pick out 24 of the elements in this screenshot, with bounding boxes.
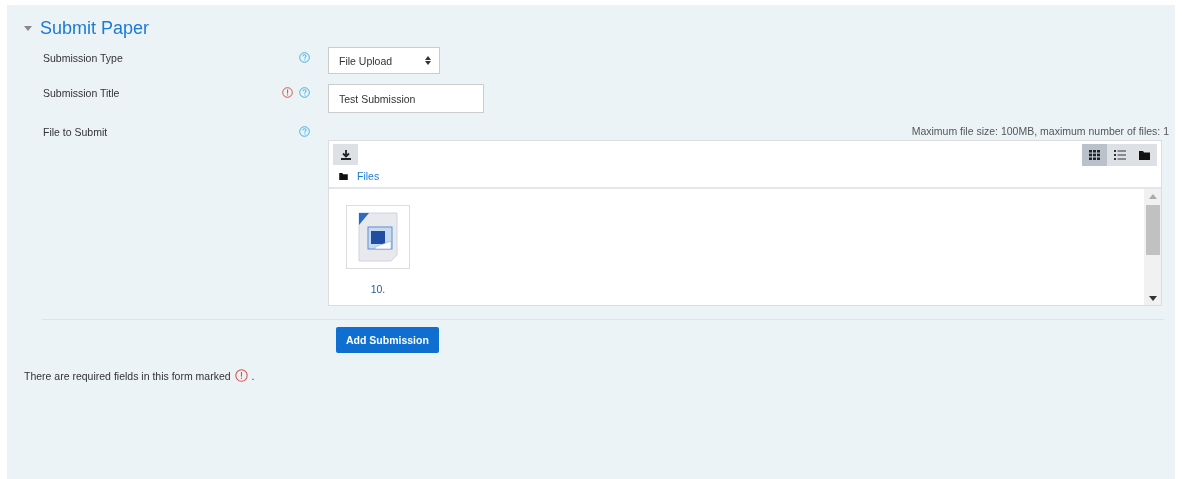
folder-icon bbox=[339, 172, 348, 180]
scroll-down-icon[interactable] bbox=[1148, 296, 1157, 301]
field-label: Submission Title bbox=[43, 87, 120, 101]
field-label: Submission Type bbox=[43, 52, 123, 66]
required-note-end: . bbox=[251, 369, 255, 382]
list-icon bbox=[1113, 150, 1126, 160]
submission-type-select[interactable]: File Upload bbox=[328, 47, 440, 74]
required-note-text: There are required fields in this form marked bbox=[24, 369, 231, 382]
download-icon bbox=[340, 149, 351, 160]
file-limits-text: Maximum file size: 100MB, maximum number of files: 1 bbox=[910, 125, 1169, 137]
section-title[interactable]: Submit Paper bbox=[40, 17, 150, 39]
grid-icon bbox=[1089, 150, 1100, 160]
file-name[interactable]: 10. bbox=[370, 283, 386, 295]
folder-icon bbox=[1139, 150, 1150, 160]
add-submission-button[interactable]: Add Submission bbox=[336, 327, 439, 353]
select-arrows-icon bbox=[425, 56, 431, 65]
submission-title-field[interactable]: Test Submission bbox=[328, 84, 484, 113]
field-label: File to Submit bbox=[43, 126, 108, 140]
required-icon bbox=[234, 369, 248, 382]
download-button[interactable] bbox=[333, 144, 358, 165]
grid-view-button[interactable] bbox=[1082, 144, 1107, 166]
files-path-link[interactable]: Files bbox=[357, 170, 380, 182]
caret-icon[interactable] bbox=[24, 25, 32, 31]
scrollbar[interactable] bbox=[1144, 189, 1161, 305]
